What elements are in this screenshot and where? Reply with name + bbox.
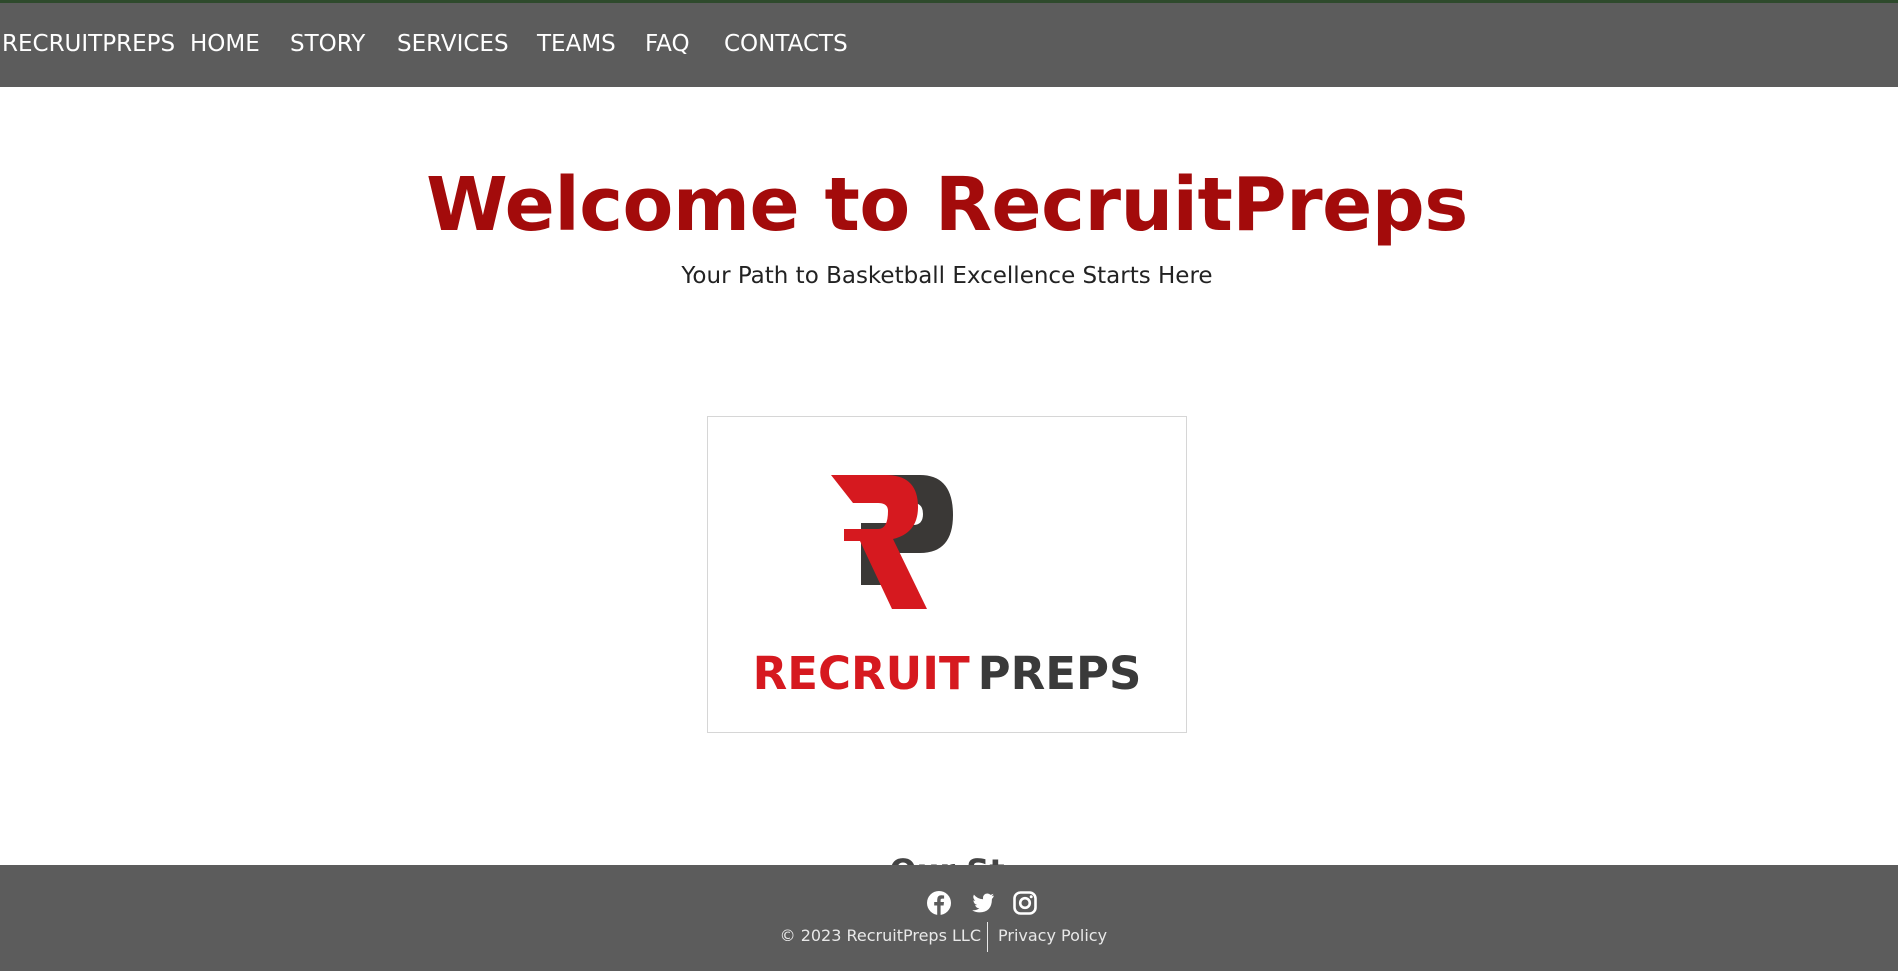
nav-item-services[interactable]: SERVICES [397,31,509,57]
hero-subtitle: Your Path to Basketball Excellence Start… [681,263,1213,289]
logo-wordmark: RECRUIT PREPS [708,647,1186,700]
nav-item-teams[interactable]: TEAMS [537,31,616,57]
nav-brand-link[interactable]: RECRUITPREPS [2,31,175,57]
privacy-policy-link[interactable]: Privacy Policy [998,926,1107,945]
facebook-icon[interactable] [925,889,953,917]
footer-divider [987,922,988,952]
logo-card: RECRUIT PREPS [707,416,1187,733]
logo-word-preps: PREPS [977,647,1142,700]
site-footer: © 2023 RecruitPreps LLC Privacy Policy [0,865,1898,971]
copyright-text: © 2023 RecruitPreps LLC [779,926,981,945]
instagram-icon[interactable] [1011,889,1039,917]
nav-item-story[interactable]: STORY [290,31,365,57]
top-navigation: RECRUITPREPS HOME STORY SERVICES TEAMS F… [0,0,1898,87]
nav-item-faq[interactable]: FAQ [645,31,690,57]
hero-title: Welcome to RecruitPreps [426,162,1468,248]
twitter-icon[interactable] [968,889,996,917]
nav-item-contacts[interactable]: CONTACTS [724,31,848,57]
nav-item-home[interactable]: HOME [190,31,260,57]
logo-word-recruit: RECRUIT [752,647,970,700]
